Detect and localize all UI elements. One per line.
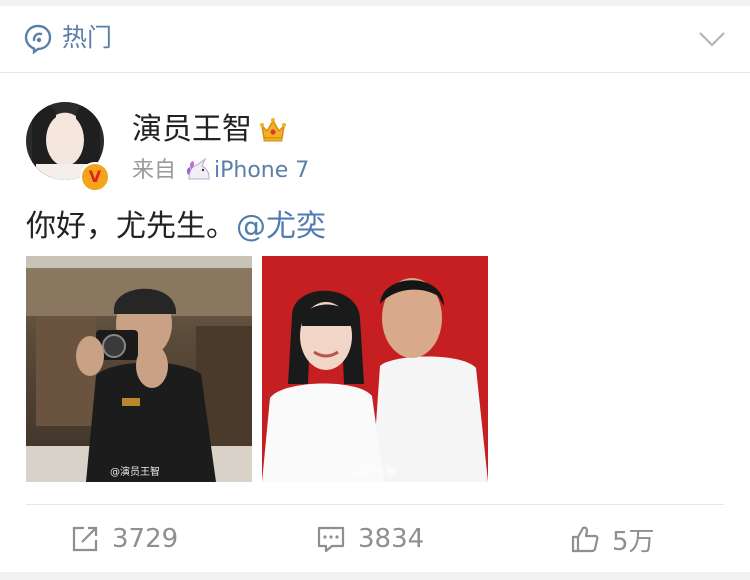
post-body: 你好，尤先生。: [26, 209, 236, 244]
photo-couple-art: [262, 256, 488, 482]
photo-couple[interactable]: @演员王智: [262, 256, 488, 482]
post-source: 来自 iPhone 7: [132, 156, 309, 186]
source-device-link[interactable]: iPhone 7: [214, 158, 309, 183]
crown-icon: [260, 118, 286, 142]
thumbs-up-icon: [571, 526, 599, 553]
weibo-card: 热门 V 演员王智 来自 iPhone 7 你好，尤先生。@尤奕 @演员王智 @…: [0, 6, 750, 572]
chevron-down-icon[interactable]: [698, 30, 726, 48]
like-button[interactable]: 5万: [570, 519, 655, 559]
photo-man-camera-art: [26, 256, 252, 482]
post-text: 你好，尤先生。@尤奕: [26, 206, 326, 248]
hot-icon: [24, 24, 52, 54]
unicorn-icon: [186, 157, 210, 180]
mention-link[interactable]: @尤奕: [236, 209, 326, 244]
share-icon: [72, 526, 98, 552]
comment-count: 3834: [358, 524, 425, 554]
action-bar: 3729 3834 5万: [26, 504, 724, 573]
repost-count: 3729: [112, 524, 179, 554]
comment-icon: [317, 526, 345, 553]
watermark: @演员王智: [346, 467, 396, 478]
source-prefix: 来自: [132, 158, 177, 183]
hot-header[interactable]: 热门: [0, 6, 750, 73]
photo-man-camera[interactable]: @演员王智: [26, 256, 252, 482]
watermark: @演员王智: [110, 467, 160, 478]
verified-badge: V: [80, 162, 110, 192]
like-count: 5万: [612, 526, 655, 557]
comment-button[interactable]: 3834: [316, 519, 424, 559]
hot-label: 热门: [62, 23, 113, 52]
repost-button[interactable]: 3729: [70, 519, 178, 559]
author-name[interactable]: 演员王智: [132, 110, 252, 150]
